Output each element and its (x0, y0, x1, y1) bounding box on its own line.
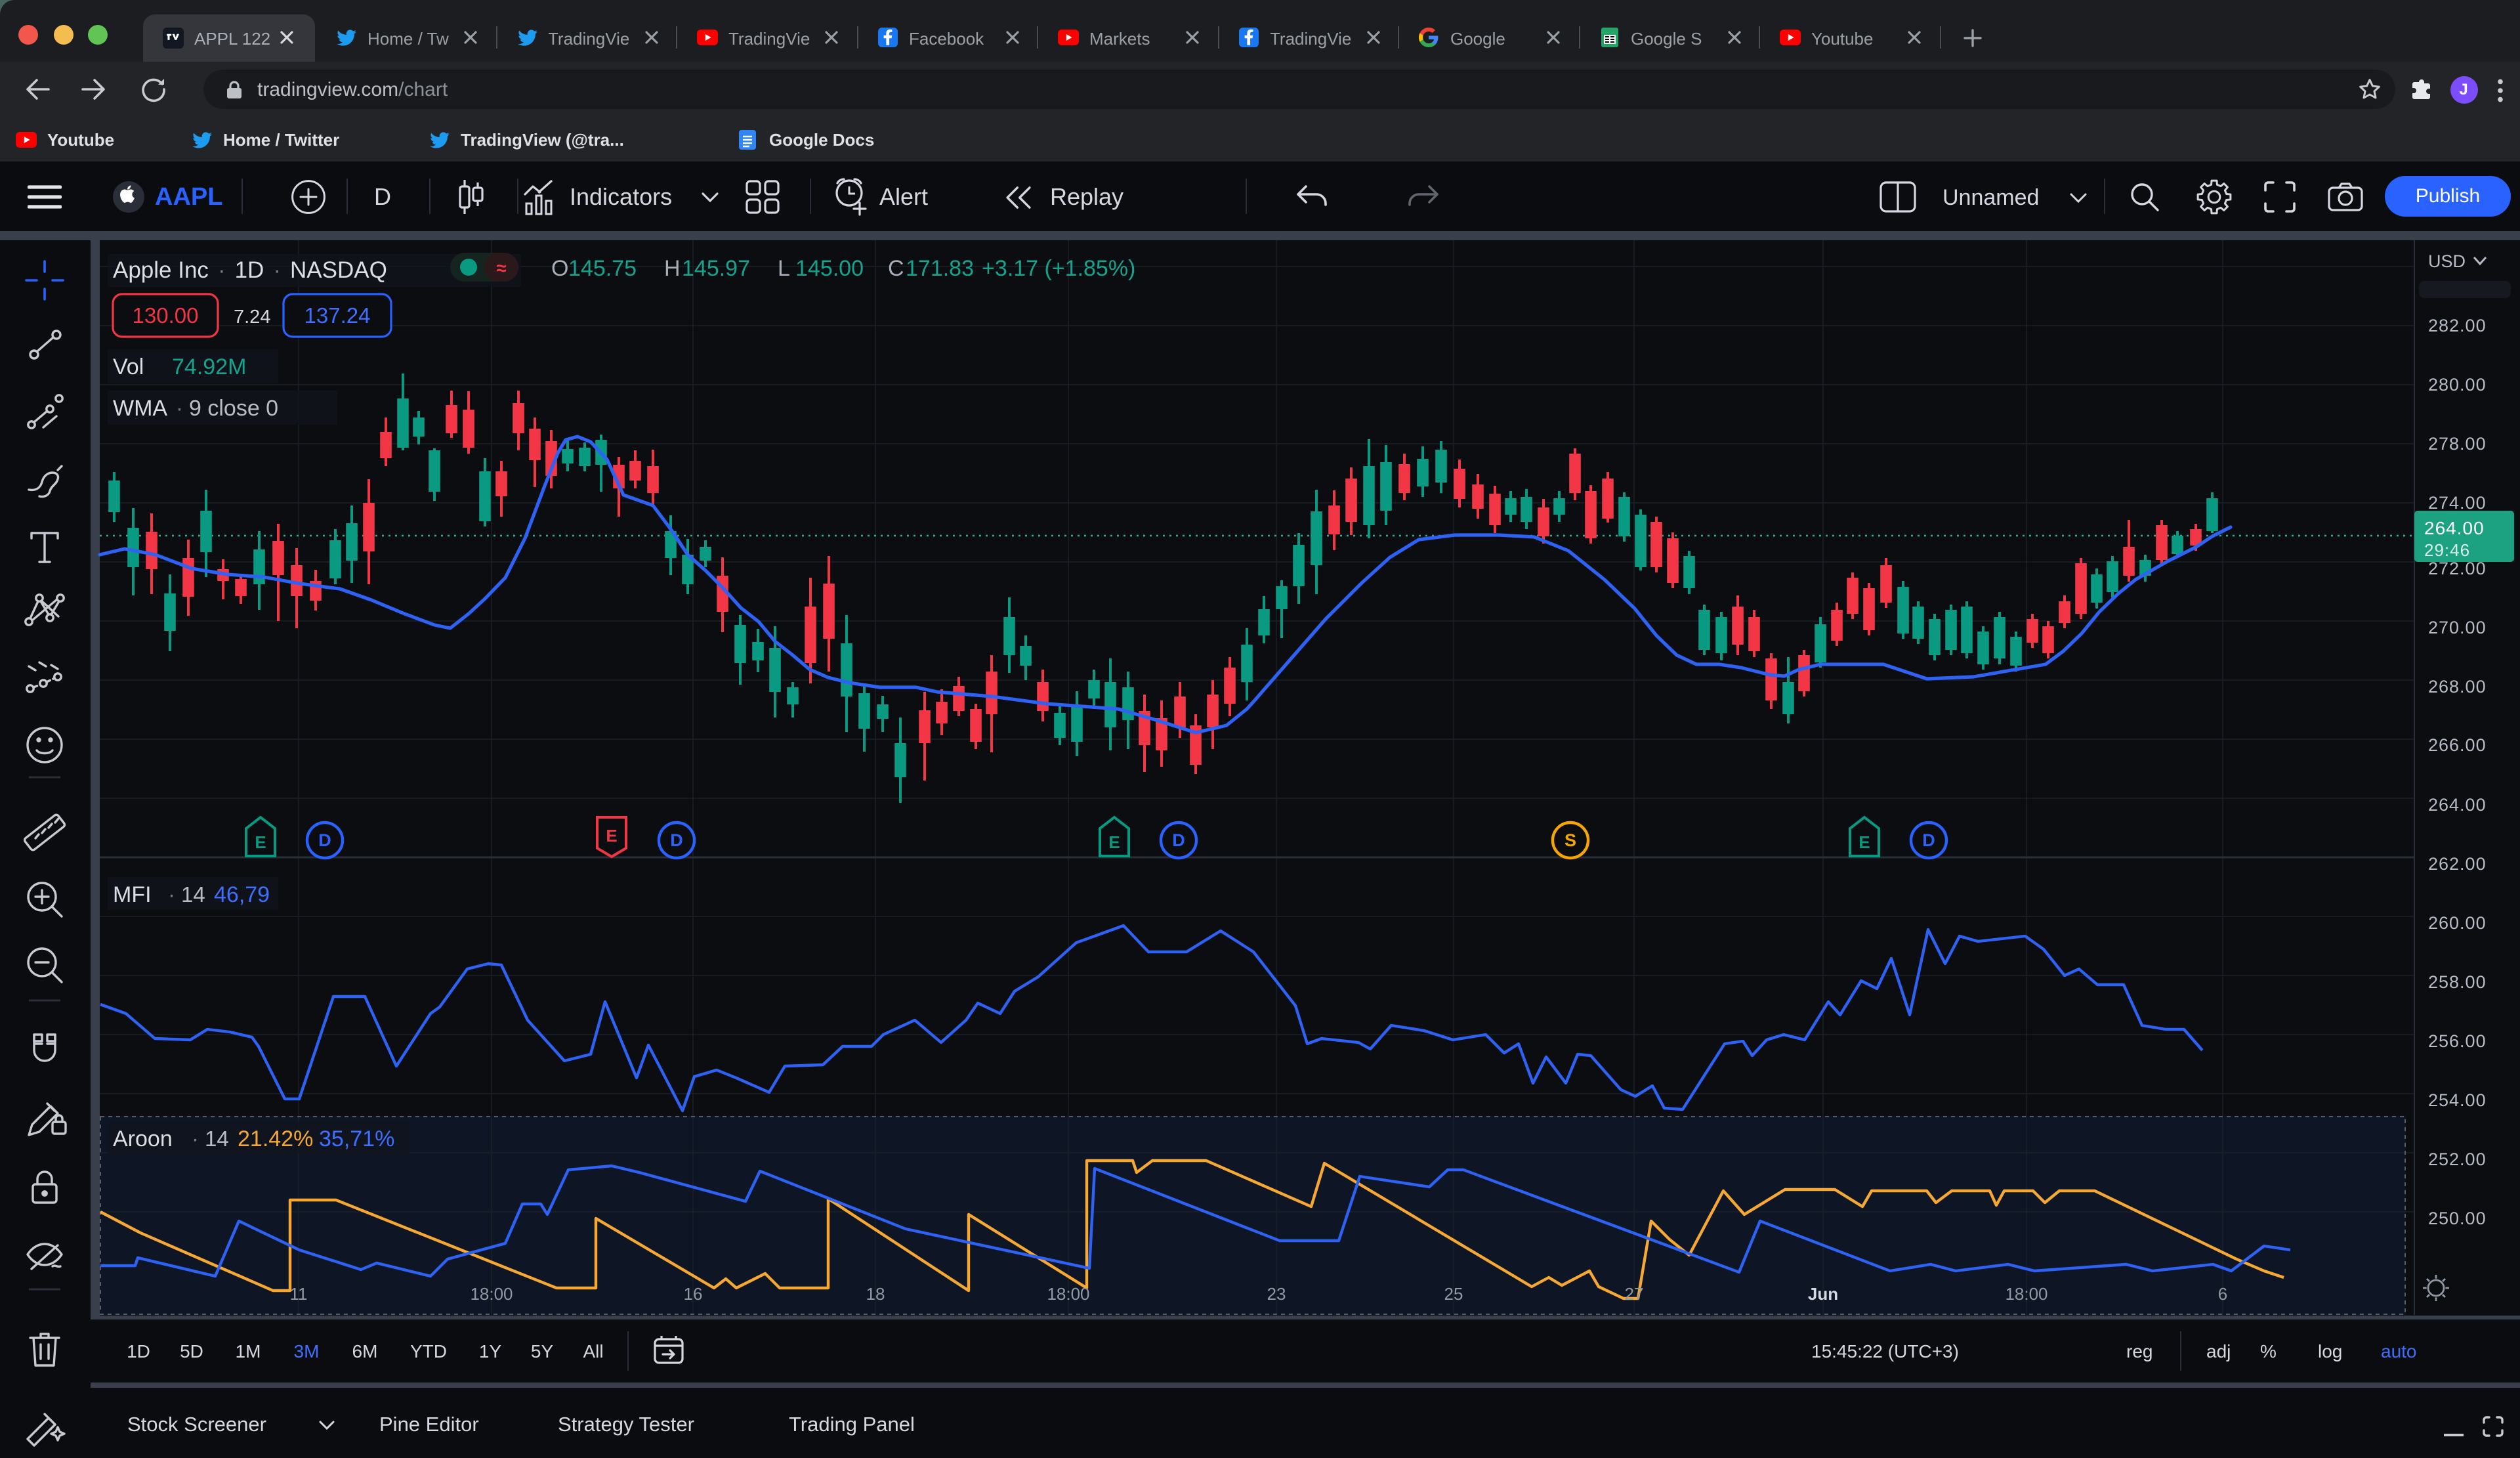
svg-text:35,71%: 35,71% (319, 1126, 394, 1151)
svg-text:18: 18 (866, 1284, 885, 1304)
svg-text:H: H (664, 256, 681, 281)
svg-text:E: E (1108, 832, 1120, 852)
svg-text:USD: USD (2428, 251, 2466, 271)
svg-text:250.00: 250.00 (2428, 1209, 2487, 1228)
svg-text:E: E (255, 832, 266, 852)
svg-text:E: E (606, 826, 617, 846)
svg-text:266.00: 266.00 (2428, 735, 2487, 755)
svg-text:145.97: 145.97 (682, 256, 750, 281)
svg-text:Apple Inc·1D·NASDAQ: Apple Inc·1D·NASDAQ (113, 257, 387, 283)
svg-text:254.00: 254.00 (2428, 1090, 2487, 1110)
svg-text:S: S (1564, 830, 1576, 850)
svg-text:D: D (1172, 830, 1185, 850)
svg-text:46,79: 46,79 (214, 882, 270, 907)
svg-text:+3.17 (+1.85%): +3.17 (+1.85%) (982, 256, 1135, 281)
svg-text:23: 23 (1267, 1284, 1286, 1304)
svg-text:Vol: Vol (113, 354, 144, 379)
svg-text:14: 14 (205, 1126, 229, 1151)
svg-text:6: 6 (2218, 1284, 2227, 1304)
svg-text:Aroon: Aroon (113, 1126, 173, 1151)
svg-text:·: · (192, 1126, 199, 1151)
svg-text:11: 11 (290, 1284, 308, 1304)
svg-text:252.00: 252.00 (2428, 1149, 2487, 1169)
svg-text:·: · (176, 396, 183, 420)
svg-text:14: 14 (181, 882, 205, 907)
svg-text:9 close 0: 9 close 0 (189, 396, 278, 421)
svg-text:25: 25 (1444, 1284, 1463, 1304)
svg-text:145.00: 145.00 (795, 256, 864, 281)
svg-text:E: E (1858, 832, 1870, 852)
svg-text:16: 16 (684, 1284, 703, 1304)
svg-text:C: C (888, 256, 904, 281)
svg-text:268.00: 268.00 (2428, 677, 2487, 697)
svg-text:21.42%: 21.42% (238, 1126, 313, 1151)
svg-text:·: · (168, 882, 175, 907)
svg-text:270.00: 270.00 (2428, 618, 2487, 637)
svg-text:7.24: 7.24 (234, 307, 270, 328)
svg-text:262.00: 262.00 (2428, 854, 2487, 874)
svg-text:282.00: 282.00 (2428, 316, 2487, 335)
svg-text:18:00: 18:00 (470, 1284, 513, 1304)
svg-text:145.75: 145.75 (568, 256, 637, 281)
svg-text:258.00: 258.00 (2428, 972, 2487, 992)
svg-text:264.00: 264.00 (2428, 795, 2487, 815)
svg-text:74.92M: 74.92M (172, 354, 246, 379)
svg-text:D: D (318, 830, 331, 850)
svg-text:Jun: Jun (1808, 1284, 1838, 1304)
svg-text:MFI: MFI (113, 882, 152, 907)
svg-text:137.24: 137.24 (304, 303, 371, 328)
svg-text:280.00: 280.00 (2428, 375, 2487, 395)
svg-text:130.00: 130.00 (133, 303, 199, 328)
svg-text:27: 27 (1625, 1284, 1644, 1304)
svg-text:260.00: 260.00 (2428, 913, 2487, 933)
svg-text:L: L (778, 256, 790, 281)
svg-text:18:00: 18:00 (1047, 1284, 1089, 1304)
svg-text:274.00: 274.00 (2428, 493, 2487, 513)
svg-text:29:46: 29:46 (2424, 540, 2470, 560)
svg-text:≈: ≈ (496, 258, 506, 278)
svg-text:256.00: 256.00 (2428, 1031, 2487, 1051)
svg-text:D: D (670, 830, 683, 850)
svg-text:171.83: 171.83 (906, 256, 974, 281)
svg-text:278.00: 278.00 (2428, 434, 2487, 454)
svg-text:18:00: 18:00 (2005, 1284, 2048, 1304)
svg-text:D: D (1922, 830, 1935, 850)
svg-text:WMA: WMA (113, 396, 167, 421)
svg-text:264.00: 264.00 (2424, 518, 2485, 538)
svg-text:O: O (551, 256, 568, 281)
